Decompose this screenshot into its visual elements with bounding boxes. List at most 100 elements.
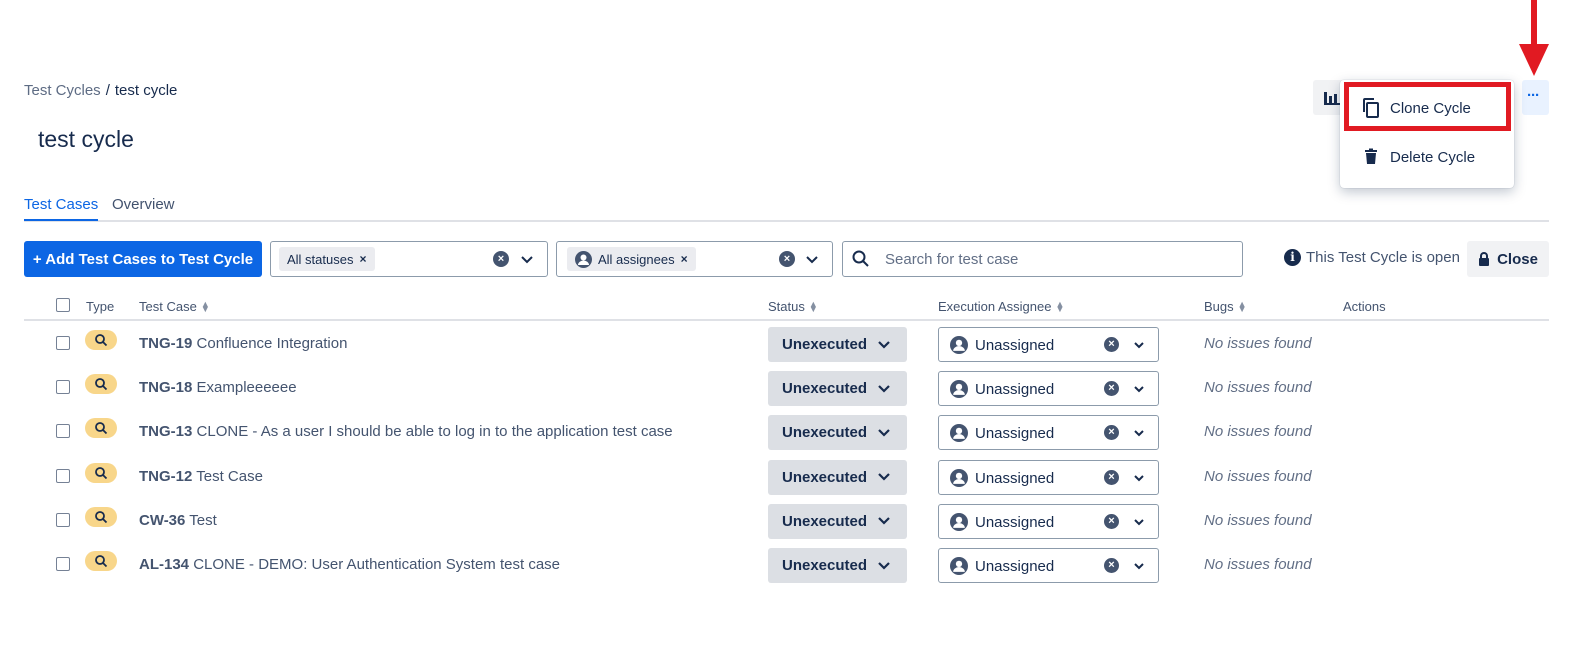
sort-icon: ▲ ▼ <box>1237 298 1247 314</box>
test-case-link[interactable]: TNG-13 CLONE - As a user I should be abl… <box>139 423 673 440</box>
test-case-type-badge <box>85 462 117 483</box>
status-dropdown[interactable]: Unexecuted <box>768 327 907 362</box>
clear-assignee-icon[interactable]: × <box>1104 469 1119 485</box>
test-case-key: TNG-18 <box>139 379 193 397</box>
status-dropdown[interactable]: Unexecuted <box>768 415 907 451</box>
chevron-down-icon[interactable] <box>519 250 535 268</box>
assignee-filter[interactable]: All assignees × × <box>556 241 833 277</box>
clear-assignee-icon[interactable]: × <box>1104 513 1119 529</box>
clear-status-icon[interactable]: × <box>493 251 509 267</box>
chevron-down-icon <box>878 561 890 570</box>
column-assignee[interactable]: Execution Assignee ▲ ▼ <box>938 299 1064 314</box>
search-input[interactable] <box>883 248 1223 270</box>
assignee-label: Unassigned <box>975 513 1055 531</box>
clear-assignee-icon[interactable]: × <box>1104 558 1119 573</box>
user-avatar-icon <box>950 336 968 354</box>
chevron-down-icon[interactable] <box>804 250 820 268</box>
assignee-label: Unassigned <box>975 337 1055 354</box>
tab-test-cases[interactable]: Test Cases <box>24 196 99 221</box>
report-button[interactable] <box>1313 80 1343 115</box>
more-actions-button[interactable]: ··· <box>1522 80 1549 115</box>
status-label: Unexecuted <box>782 557 868 574</box>
status-label: Unexecuted <box>782 468 868 486</box>
test-case-title: Test Case <box>196 467 263 485</box>
status-dropdown[interactable]: Unexecuted <box>768 371 907 407</box>
search-icon <box>852 250 869 267</box>
more-icon: ··· <box>1527 87 1540 104</box>
status-label: Unexecuted <box>782 336 868 353</box>
info-icon: i <box>1284 249 1301 266</box>
test-case-type-badge <box>85 551 117 571</box>
breadcrumb-parent-link[interactable]: Test Cycles <box>24 82 101 99</box>
row-checkbox[interactable] <box>56 512 70 527</box>
chevron-down-icon <box>878 429 890 437</box>
clear-assignee-icon[interactable]: × <box>779 251 795 267</box>
page-title: test cycle <box>38 126 134 152</box>
magnifier-icon <box>95 555 108 568</box>
status-dropdown[interactable]: Unexecuted <box>768 503 907 539</box>
test-case-key: TNG-19 <box>139 335 193 352</box>
bugs-status: No issues found <box>1204 467 1312 485</box>
test-case-key: TNG-12 <box>139 467 193 485</box>
status-dropdown[interactable]: Unexecuted <box>768 459 907 495</box>
assignee-label: Unassigned <box>975 425 1055 443</box>
tab-overview[interactable]: Overview <box>112 196 175 219</box>
assignee-select[interactable]: Unassigned × <box>938 415 1159 451</box>
row-checkbox[interactable] <box>56 468 70 483</box>
trash-icon <box>1365 148 1377 164</box>
test-case-key: CW-36 <box>139 511 186 529</box>
table-row: TNG-12 Test Case Unexecuted Unassigned ×… <box>24 455 1549 499</box>
column-status[interactable]: Status ▲ ▼ <box>768 299 818 314</box>
chevron-down-icon[interactable] <box>1132 518 1146 528</box>
clear-assignee-icon[interactable]: × <box>1104 425 1119 441</box>
chevron-down-icon <box>878 473 890 481</box>
assignee-select[interactable]: Unassigned × <box>938 371 1159 407</box>
clear-assignee-icon[interactable]: × <box>1104 381 1119 397</box>
table-row: TNG-13 CLONE - As a user I should be abl… <box>24 410 1549 454</box>
cycle-open-status: i This Test Cycle is open <box>1284 249 1460 266</box>
row-checkbox[interactable] <box>56 424 70 439</box>
status-chip-label: All statuses <box>287 251 354 267</box>
test-case-link[interactable]: AL-134 CLONE - DEMO: User Authentication… <box>139 556 560 573</box>
search-box <box>842 241 1243 277</box>
row-checkbox[interactable] <box>56 557 70 571</box>
add-test-cases-button[interactable]: + Add Test Cases to Test Cycle <box>24 241 262 277</box>
column-bugs[interactable]: Bugs ▲ ▼ <box>1204 299 1247 314</box>
test-case-link[interactable]: TNG-18 Exampleeeeee <box>139 379 297 396</box>
breadcrumb: Test Cycles / test cycle <box>24 82 177 99</box>
breadcrumb-separator: / <box>105 82 110 99</box>
status-filter[interactable]: All statuses × × <box>270 241 548 277</box>
magnifier-icon <box>95 334 108 347</box>
remove-status-chip-icon[interactable]: × <box>359 252 366 266</box>
assignee-select[interactable]: Unassigned × <box>938 548 1159 583</box>
chevron-down-icon[interactable] <box>1132 385 1146 395</box>
user-avatar-icon <box>950 424 968 443</box>
delete-cycle-label: Delete Cycle <box>1390 148 1476 166</box>
delete-cycle-menu-item[interactable]: Delete Cycle <box>1340 137 1514 177</box>
chevron-down-icon[interactable] <box>1132 429 1146 439</box>
magnifier-icon <box>95 510 108 523</box>
close-cycle-button[interactable]: Close <box>1467 241 1549 277</box>
assignee-select[interactable]: Unassigned × <box>938 327 1159 362</box>
row-checkbox[interactable] <box>56 336 70 350</box>
chevron-down-icon[interactable] <box>1132 562 1146 572</box>
test-case-title: CLONE - DEMO: User Authentication System… <box>193 556 560 573</box>
select-all-checkbox[interactable] <box>56 298 70 312</box>
test-case-key: TNG-13 <box>139 423 193 441</box>
assignee-select[interactable]: Unassigned × <box>938 459 1159 495</box>
magnifier-icon <box>95 422 108 435</box>
test-case-title: Exampleeeeee <box>196 379 297 397</box>
test-case-link[interactable]: TNG-19 Confluence Integration <box>139 335 347 352</box>
table-header: Type Test Case ▲ ▼ Status ▲ ▼ Execution Assi… <box>24 296 1549 321</box>
chevron-down-icon[interactable] <box>1132 474 1146 484</box>
assignee-select[interactable]: Unassigned × <box>938 503 1159 539</box>
clear-assignee-icon[interactable]: × <box>1104 337 1119 352</box>
status-dropdown[interactable]: Unexecuted <box>768 548 907 583</box>
test-case-link[interactable]: CW-36 Test <box>139 512 217 529</box>
column-test-case[interactable]: Test Case ▲ ▼ <box>139 299 210 314</box>
remove-assignee-chip-icon[interactable]: × <box>681 252 688 266</box>
test-case-link[interactable]: TNG-12 Test Case <box>139 468 263 485</box>
row-checkbox[interactable] <box>56 380 70 395</box>
tab-bar: Test Cases Overview <box>24 196 1549 222</box>
chevron-down-icon[interactable] <box>1132 341 1146 351</box>
